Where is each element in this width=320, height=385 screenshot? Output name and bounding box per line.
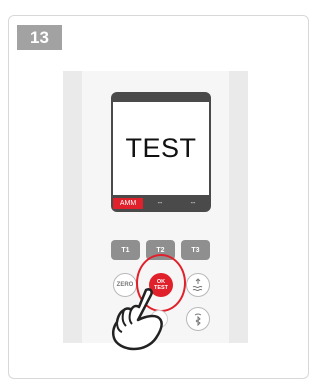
softkey-3: -- [177, 198, 209, 209]
t3-button[interactable]: T3 [181, 240, 210, 260]
softkey-amm: AMM [113, 198, 143, 209]
softkey-2: -- [145, 198, 175, 209]
bluetooth-button[interactable] [186, 307, 210, 331]
tide-icon [192, 278, 203, 291]
hand-pointer-icon [111, 288, 163, 351]
display-text: TEST [125, 133, 197, 163]
t1-button[interactable]: T1 [111, 240, 140, 260]
display-screen: TEST [113, 102, 209, 195]
step-number-badge: 13 [17, 25, 62, 50]
bluetooth-icon [194, 313, 202, 326]
tide-button[interactable] [186, 273, 210, 297]
